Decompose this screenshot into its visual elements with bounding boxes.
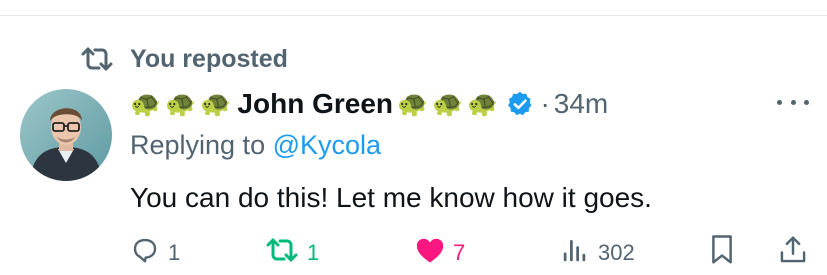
reply-count: 1 (168, 240, 181, 265)
verified-badge-icon[interactable] (506, 90, 534, 118)
turtle-emoji: 🐢 (130, 89, 162, 118)
replying-to-label: Replying to (130, 130, 266, 160)
top-divider (0, 15, 827, 16)
time-separator: · (540, 88, 550, 119)
share-icon (778, 234, 816, 272)
replying-to-handle[interactable]: @Kycola (273, 130, 381, 160)
reply-icon (130, 235, 168, 271)
bookmark-button[interactable] (707, 234, 745, 272)
views-count: 302 (598, 240, 635, 265)
repost-banner-text: You reposted (130, 44, 288, 73)
avatar[interactable] (20, 89, 112, 181)
author-name[interactable]: John Green (237, 88, 393, 120)
tweet-time[interactable]: 34m (554, 88, 608, 120)
views-icon (560, 235, 598, 271)
turtle-emoji: 🐢 (165, 89, 197, 118)
repost-count: 1 (307, 240, 320, 265)
repost-icon (80, 46, 114, 72)
replying-to: Replying to @Kycola (130, 130, 381, 161)
like-count: 7 (453, 240, 466, 265)
turtle-emoji: 🐢 (397, 89, 429, 118)
tweet-text: You can do this! Let me know how it goes… (130, 182, 652, 213)
turtle-emoji: 🐢 (432, 89, 464, 118)
tweet-header: 🐢 🐢 🐢 John Green 🐢 🐢 🐢 · 34m (130, 84, 608, 124)
turtle-emoji: 🐢 (467, 89, 499, 118)
repost-button[interactable]: 1 (265, 236, 319, 270)
turtle-emoji: 🐢 (200, 89, 232, 118)
like-button[interactable]: 7 (415, 236, 465, 270)
repost-banner[interactable]: You reposted (80, 44, 288, 74)
action-bar: 1 1 7 302 (130, 234, 810, 272)
views-button[interactable]: 302 (560, 236, 635, 270)
more-options-icon[interactable] (777, 92, 809, 112)
reply-button[interactable]: 1 (130, 236, 180, 270)
heart-icon (415, 236, 453, 270)
share-button[interactable] (778, 236, 816, 270)
bookmark-icon (707, 234, 745, 272)
repost-icon (265, 236, 307, 270)
